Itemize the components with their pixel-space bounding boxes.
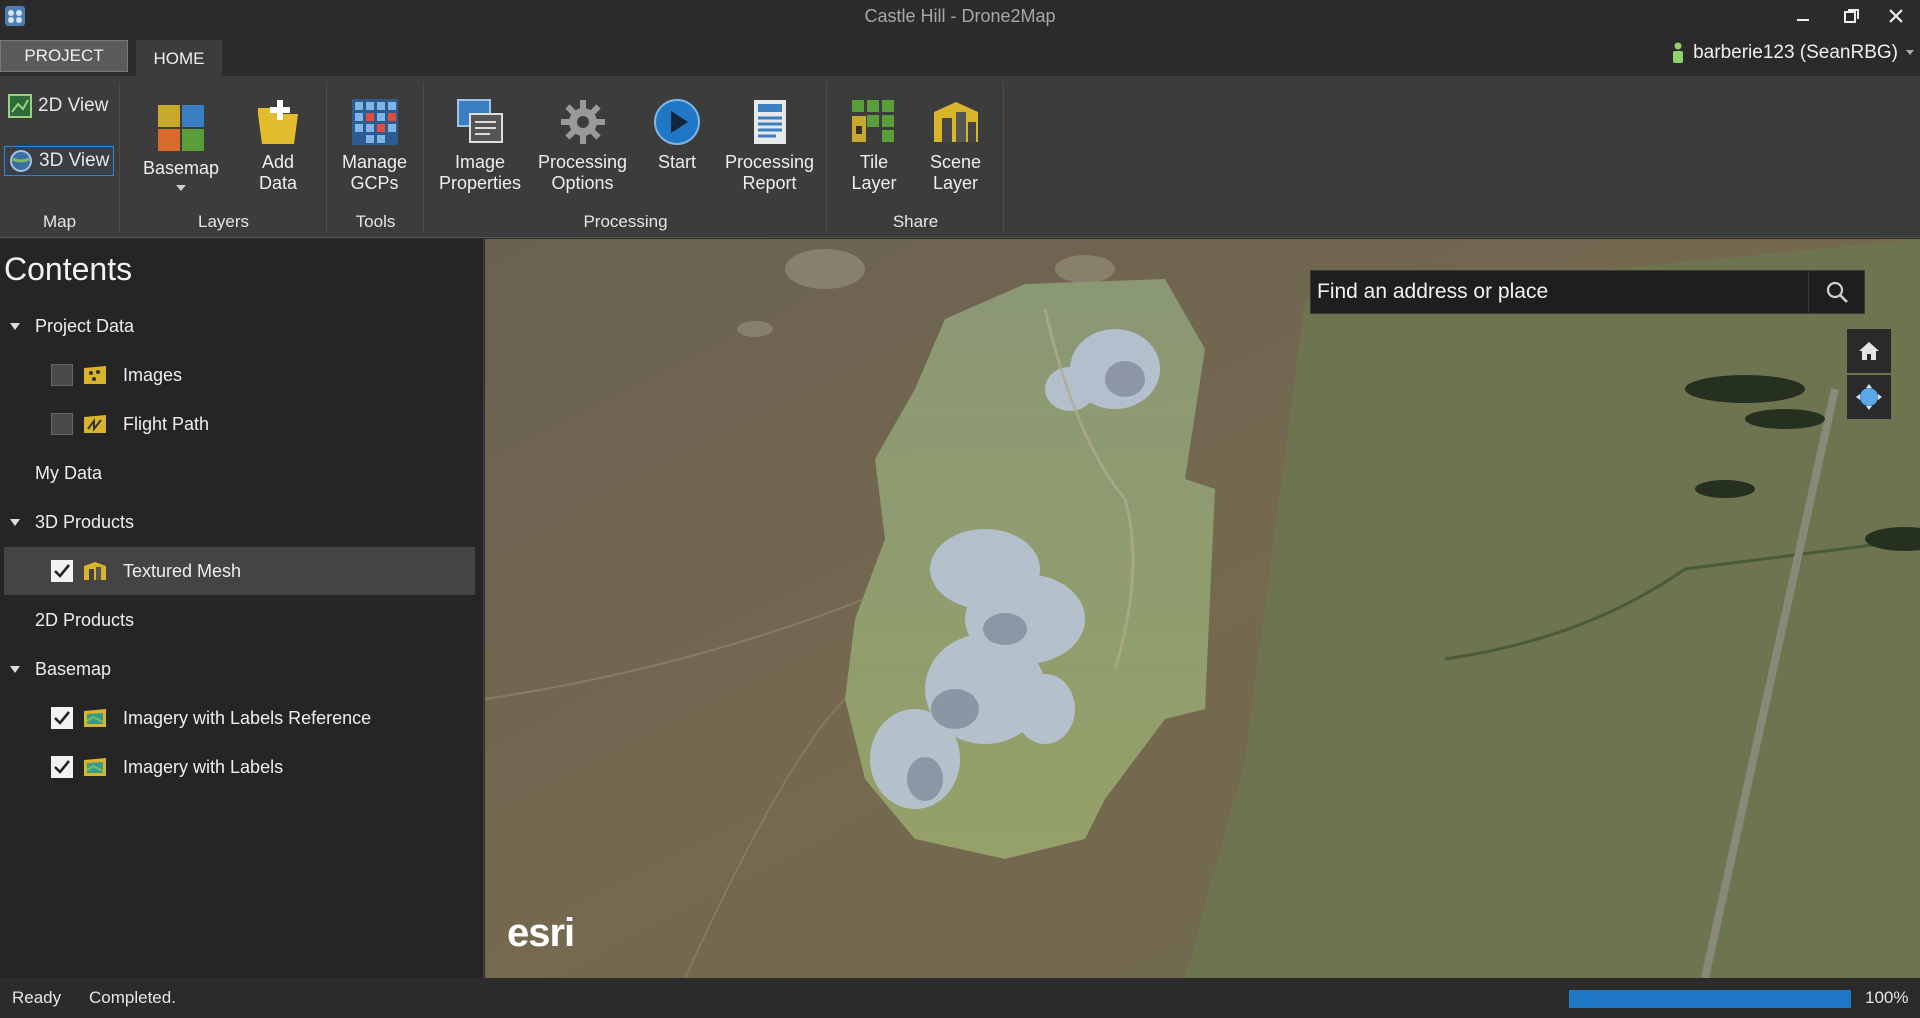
layer-item-images[interactable]: Images xyxy=(4,351,475,399)
add-data-icon xyxy=(258,100,298,144)
imagery-layer-icon xyxy=(84,709,106,727)
report-icon xyxy=(753,100,786,144)
gcp-grid-icon xyxy=(351,99,398,145)
gear-icon xyxy=(560,100,605,144)
chevron-down-icon xyxy=(176,185,187,191)
tree-group-3d-products[interactable]: 3D Products xyxy=(4,498,475,546)
image-properties-icon xyxy=(457,99,504,143)
chevron-down-icon xyxy=(1906,50,1914,55)
contents-panel: Contents Project Data Images Flight Path… xyxy=(0,239,484,978)
group-label-layers: Layers xyxy=(197,212,250,231)
user-menu[interactable]: barberie123 (SeanRBG) xyxy=(1671,42,1914,64)
search-input[interactable] xyxy=(1311,271,1808,313)
ribbon-group-layers: Basemap Add Data Layers xyxy=(121,82,327,232)
flight-path-icon xyxy=(84,415,106,433)
esri-logo: esri xyxy=(507,911,575,955)
globe-navigation-icon xyxy=(1856,384,1882,410)
restore-button[interactable] xyxy=(1832,2,1872,30)
ribbon: 2D View 3D View Map Basemap Add Data Lay… xyxy=(0,76,1920,238)
layer-checkbox[interactable] xyxy=(51,560,73,582)
map-view[interactable]: esri xyxy=(485,239,1920,978)
processing-options-button[interactable]: Processing Options xyxy=(538,98,627,194)
3d-view-button[interactable]: 3D View xyxy=(4,146,115,176)
layer-checkbox[interactable] xyxy=(51,756,73,778)
tab-home[interactable]: HOME xyxy=(136,40,222,76)
expand-triangle-icon[interactable] xyxy=(10,322,20,330)
ribbon-group-map: 2D View 3D View Map xyxy=(0,82,120,232)
check-icon xyxy=(54,564,70,578)
status-bar: Ready Completed. 100% xyxy=(0,978,1920,1018)
aerial-imagery[interactable] xyxy=(485,239,1920,978)
title-bar: Castle Hill - Drone2Map xyxy=(0,0,1920,34)
tree-group-project-data[interactable]: Project Data xyxy=(4,302,475,350)
tile-layer-icon xyxy=(852,100,894,142)
home-extent-button[interactable] xyxy=(1847,329,1891,373)
scene-layer-icon xyxy=(933,102,978,142)
search-button[interactable] xyxy=(1808,271,1864,313)
ribbon-group-processing: Image Properties Processing Options Star… xyxy=(425,82,827,232)
images-layer-icon xyxy=(84,366,106,384)
tile-layer-button[interactable]: Tile Layer xyxy=(850,98,898,194)
image-properties-button[interactable]: Image Properties xyxy=(439,98,521,194)
ribbon-tab-row: PROJECT HOME barberie123 (SeanRBG) xyxy=(0,34,1920,76)
layer-checkbox[interactable] xyxy=(51,413,73,435)
play-icon xyxy=(654,99,700,145)
progress-bar xyxy=(1569,990,1851,1008)
minimize-button[interactable] xyxy=(1783,2,1823,30)
layer-item-textured-mesh[interactable]: Textured Mesh xyxy=(4,547,475,595)
globe-icon xyxy=(10,150,32,172)
ribbon-group-tools: Manage GCPs Tools xyxy=(328,82,424,232)
window-title: Castle Hill - Drone2Map xyxy=(864,6,1056,26)
mesh-layer-icon xyxy=(84,562,106,580)
expand-triangle-icon[interactable] xyxy=(10,518,20,526)
tab-project[interactable]: PROJECT xyxy=(0,40,128,72)
layer-item-imagery-labels-reference[interactable]: Imagery with Labels Reference xyxy=(4,694,475,742)
processing-report-button[interactable]: Processing Report xyxy=(725,98,814,194)
scene-layer-button[interactable]: Scene Layer xyxy=(930,98,981,194)
imagery-layer-icon xyxy=(84,758,106,776)
progress-fill xyxy=(1569,990,1851,1008)
tree-group-2d-products[interactable]: 2D Products xyxy=(4,596,475,644)
manage-gcps-button[interactable]: Manage GCPs xyxy=(342,98,407,194)
contents-title: Contents xyxy=(4,251,133,287)
layer-item-flight-path[interactable]: Flight Path xyxy=(4,400,475,448)
status-message: Completed. xyxy=(89,988,176,1007)
group-label-share: Share xyxy=(892,212,939,231)
check-icon xyxy=(54,711,70,725)
status-ready: Ready xyxy=(12,988,62,1007)
expand-triangle-icon[interactable] xyxy=(10,665,20,673)
start-button[interactable]: Start xyxy=(653,98,701,173)
home-icon xyxy=(1859,342,1879,360)
search-box xyxy=(1310,270,1865,314)
user-icon xyxy=(1673,42,1684,63)
layer-checkbox[interactable] xyxy=(51,707,73,729)
group-label-processing: Processing xyxy=(583,212,668,231)
group-label-map: Map xyxy=(42,212,77,231)
progress-percent: 100% xyxy=(1865,988,1909,1007)
layer-checkbox[interactable] xyxy=(51,364,73,386)
search-icon xyxy=(1826,281,1848,303)
2d-view-button[interactable]: 2D View xyxy=(4,92,112,120)
2d-map-icon xyxy=(8,94,32,118)
user-name: barberie123 (SeanRBG) xyxy=(1693,42,1898,63)
ribbon-group-share: Tile Layer Scene Layer Share xyxy=(828,82,1004,232)
navigation-toggle-button[interactable] xyxy=(1847,375,1891,419)
check-icon xyxy=(54,760,70,774)
tree-group-basemap[interactable]: Basemap xyxy=(4,645,475,693)
group-label-tools: Tools xyxy=(355,212,396,231)
add-data-button[interactable]: Add Data xyxy=(254,98,302,194)
basemap-button[interactable]: Basemap xyxy=(143,104,219,199)
layer-item-imagery-labels[interactable]: Imagery with Labels xyxy=(4,743,475,791)
close-button[interactable] xyxy=(1876,2,1916,30)
restore-icon xyxy=(1844,9,1859,23)
tree-group-my-data[interactable]: My Data xyxy=(4,449,475,497)
basemap-icon xyxy=(158,105,205,151)
close-icon xyxy=(1889,9,1903,23)
minimize-icon xyxy=(1797,19,1809,21)
